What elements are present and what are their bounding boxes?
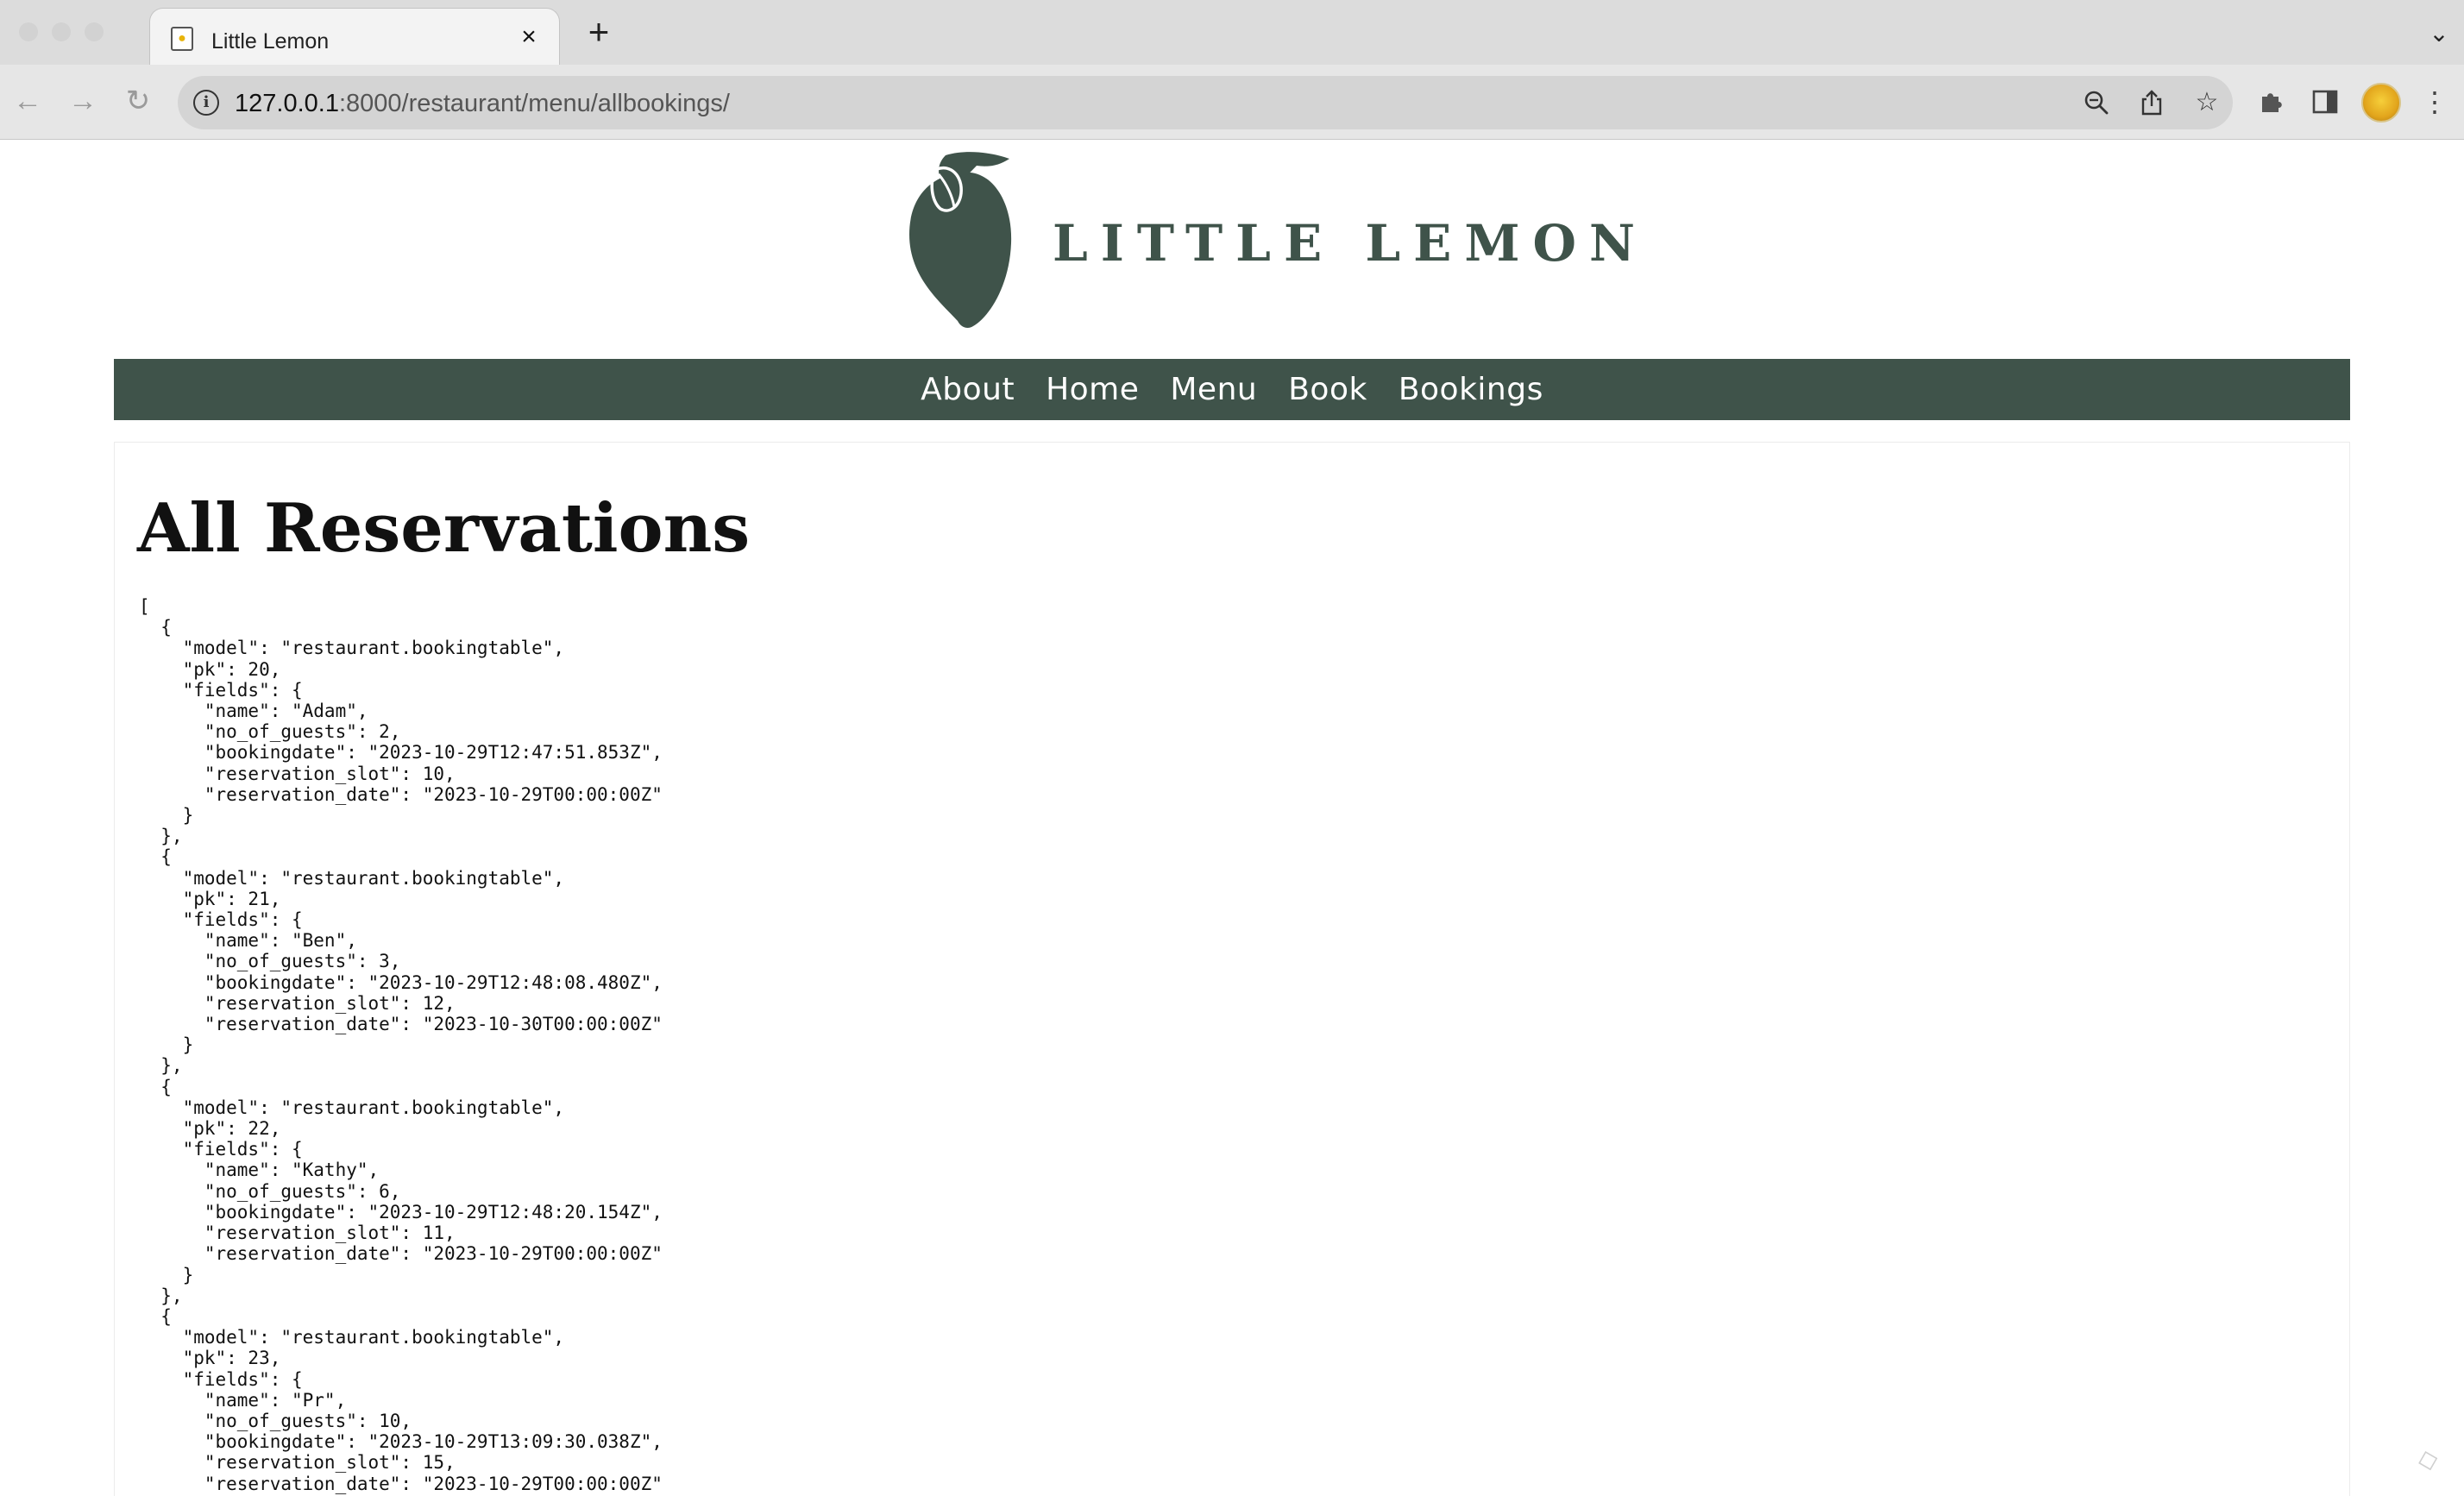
browser-toolbar: ← → ↻ i 127.0.0.1:8000/restaurant/menu/a… (0, 65, 2464, 140)
plus-icon[interactable]: + (583, 14, 614, 50)
tab-strip: ● Little Lemon × + ⌄ (0, 0, 2464, 65)
avatar[interactable] (2361, 83, 2401, 123)
nav-item-bookings[interactable]: Bookings (1399, 372, 1543, 407)
info-icon[interactable]: i (193, 90, 219, 116)
brand-wordmark: LITTLE LEMON (1053, 214, 1649, 273)
main-content: All Reservations [ { "model": "restauran… (114, 442, 2350, 1496)
debug-toolbar-icon[interactable]: ◇ (2407, 1439, 2449, 1481)
reload-icon[interactable]: ↻ (119, 82, 157, 120)
url-host: 127.0.0.1 (235, 90, 339, 117)
tab-title: Little Lemon (211, 29, 330, 53)
window-zoom-button[interactable] (85, 22, 104, 41)
puzzle-icon[interactable] (2252, 83, 2290, 121)
page-title: All Reservations (137, 489, 751, 568)
nav-item-about[interactable]: About (921, 372, 1015, 407)
star-icon[interactable]: ☆ (2191, 86, 2223, 119)
side-panel-icon[interactable] (2306, 83, 2344, 121)
window-controls[interactable] (19, 22, 104, 41)
site-logo[interactable]: LITTLE LEMON (906, 147, 1635, 332)
nav-item-book[interactable]: Book (1288, 372, 1367, 407)
url-text[interactable]: 127.0.0.1:8000/restaurant/menu/allbookin… (235, 90, 730, 118)
forward-arrow-icon[interactable]: → (64, 82, 102, 120)
window-minimize-button[interactable] (52, 22, 71, 41)
lemon-logo-icon (909, 152, 1012, 328)
share-icon[interactable] (2135, 86, 2168, 119)
address-bar[interactable]: i 127.0.0.1:8000/restaurant/menu/allbook… (178, 76, 2233, 129)
nav-item-home[interactable]: Home (1046, 372, 1139, 407)
zoom-out-icon[interactable] (2080, 86, 2113, 119)
nav-item-menu[interactable]: Menu (1170, 372, 1257, 407)
kebab-menu-icon[interactable]: ⋮ (2416, 83, 2454, 121)
reservations-json: [ { "model": "restaurant.bookingtable", … (139, 596, 663, 1496)
url-path: :8000/restaurant/menu/allbookings/ (338, 90, 730, 117)
browser-tab-active[interactable]: ● Little Lemon × (149, 8, 560, 65)
back-arrow-icon[interactable]: ← (9, 82, 47, 120)
lemon-favicon-icon: ● (171, 27, 193, 51)
main-nav: About Home Menu Book Bookings (114, 359, 2350, 420)
chevron-down-icon[interactable]: ⌄ (2426, 21, 2452, 47)
window-close-button[interactable] (19, 22, 38, 41)
close-icon[interactable]: × (514, 22, 544, 52)
